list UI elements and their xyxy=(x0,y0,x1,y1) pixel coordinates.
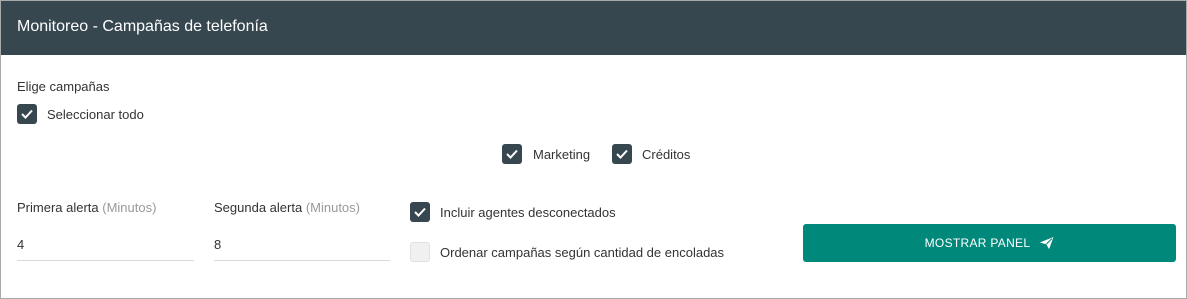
first-alert-input[interactable]: 4 xyxy=(17,237,24,252)
check-icon xyxy=(616,149,628,159)
monitor-card: Monitoreo - Campañas de telefonía Elige … xyxy=(0,0,1187,299)
order-by-queue-label: Ordenar campañas según cantidad de encol… xyxy=(440,245,725,260)
select-all-checkbox[interactable] xyxy=(17,104,37,124)
first-alert-unit: (Minutos) xyxy=(102,200,157,215)
show-panel-label: MOSTRAR PANEL xyxy=(924,236,1031,250)
second-alert-unit: (Minutos) xyxy=(305,200,360,215)
first-alert-label: Primera alerta (Minutos) xyxy=(17,200,156,215)
campaigns-section-label: Elige campañas xyxy=(17,79,110,94)
include-disconnected-label: Incluir agentes desconectados xyxy=(440,205,616,220)
campaign-label-creditos: Créditos xyxy=(642,147,691,162)
second-alert-input[interactable]: 8 xyxy=(214,237,221,252)
card-header: Monitoreo - Campañas de telefonía xyxy=(1,1,1186,55)
check-icon xyxy=(506,149,518,159)
campaign-checkbox-marketing[interactable] xyxy=(502,144,522,164)
campaign-checkbox-creditos[interactable] xyxy=(612,144,632,164)
second-alert-label-text: Segunda alerta xyxy=(214,200,303,215)
check-icon xyxy=(414,207,426,217)
select-all-label: Seleccionar todo xyxy=(47,107,144,122)
second-alert-label: Segunda alerta (Minutos) xyxy=(214,200,360,215)
order-by-queue-checkbox[interactable] xyxy=(410,242,430,262)
second-alert-underline xyxy=(214,260,390,261)
include-disconnected-checkbox[interactable] xyxy=(410,202,430,222)
first-alert-label-text: Primera alerta xyxy=(17,200,99,215)
show-panel-button[interactable]: MOSTRAR PANEL xyxy=(803,224,1176,262)
page-title: Monitoreo - Campañas de telefonía xyxy=(17,18,268,35)
campaign-label-marketing: Marketing xyxy=(533,147,591,162)
first-alert-underline xyxy=(17,260,194,261)
check-icon xyxy=(21,109,33,119)
send-icon xyxy=(1040,237,1054,249)
